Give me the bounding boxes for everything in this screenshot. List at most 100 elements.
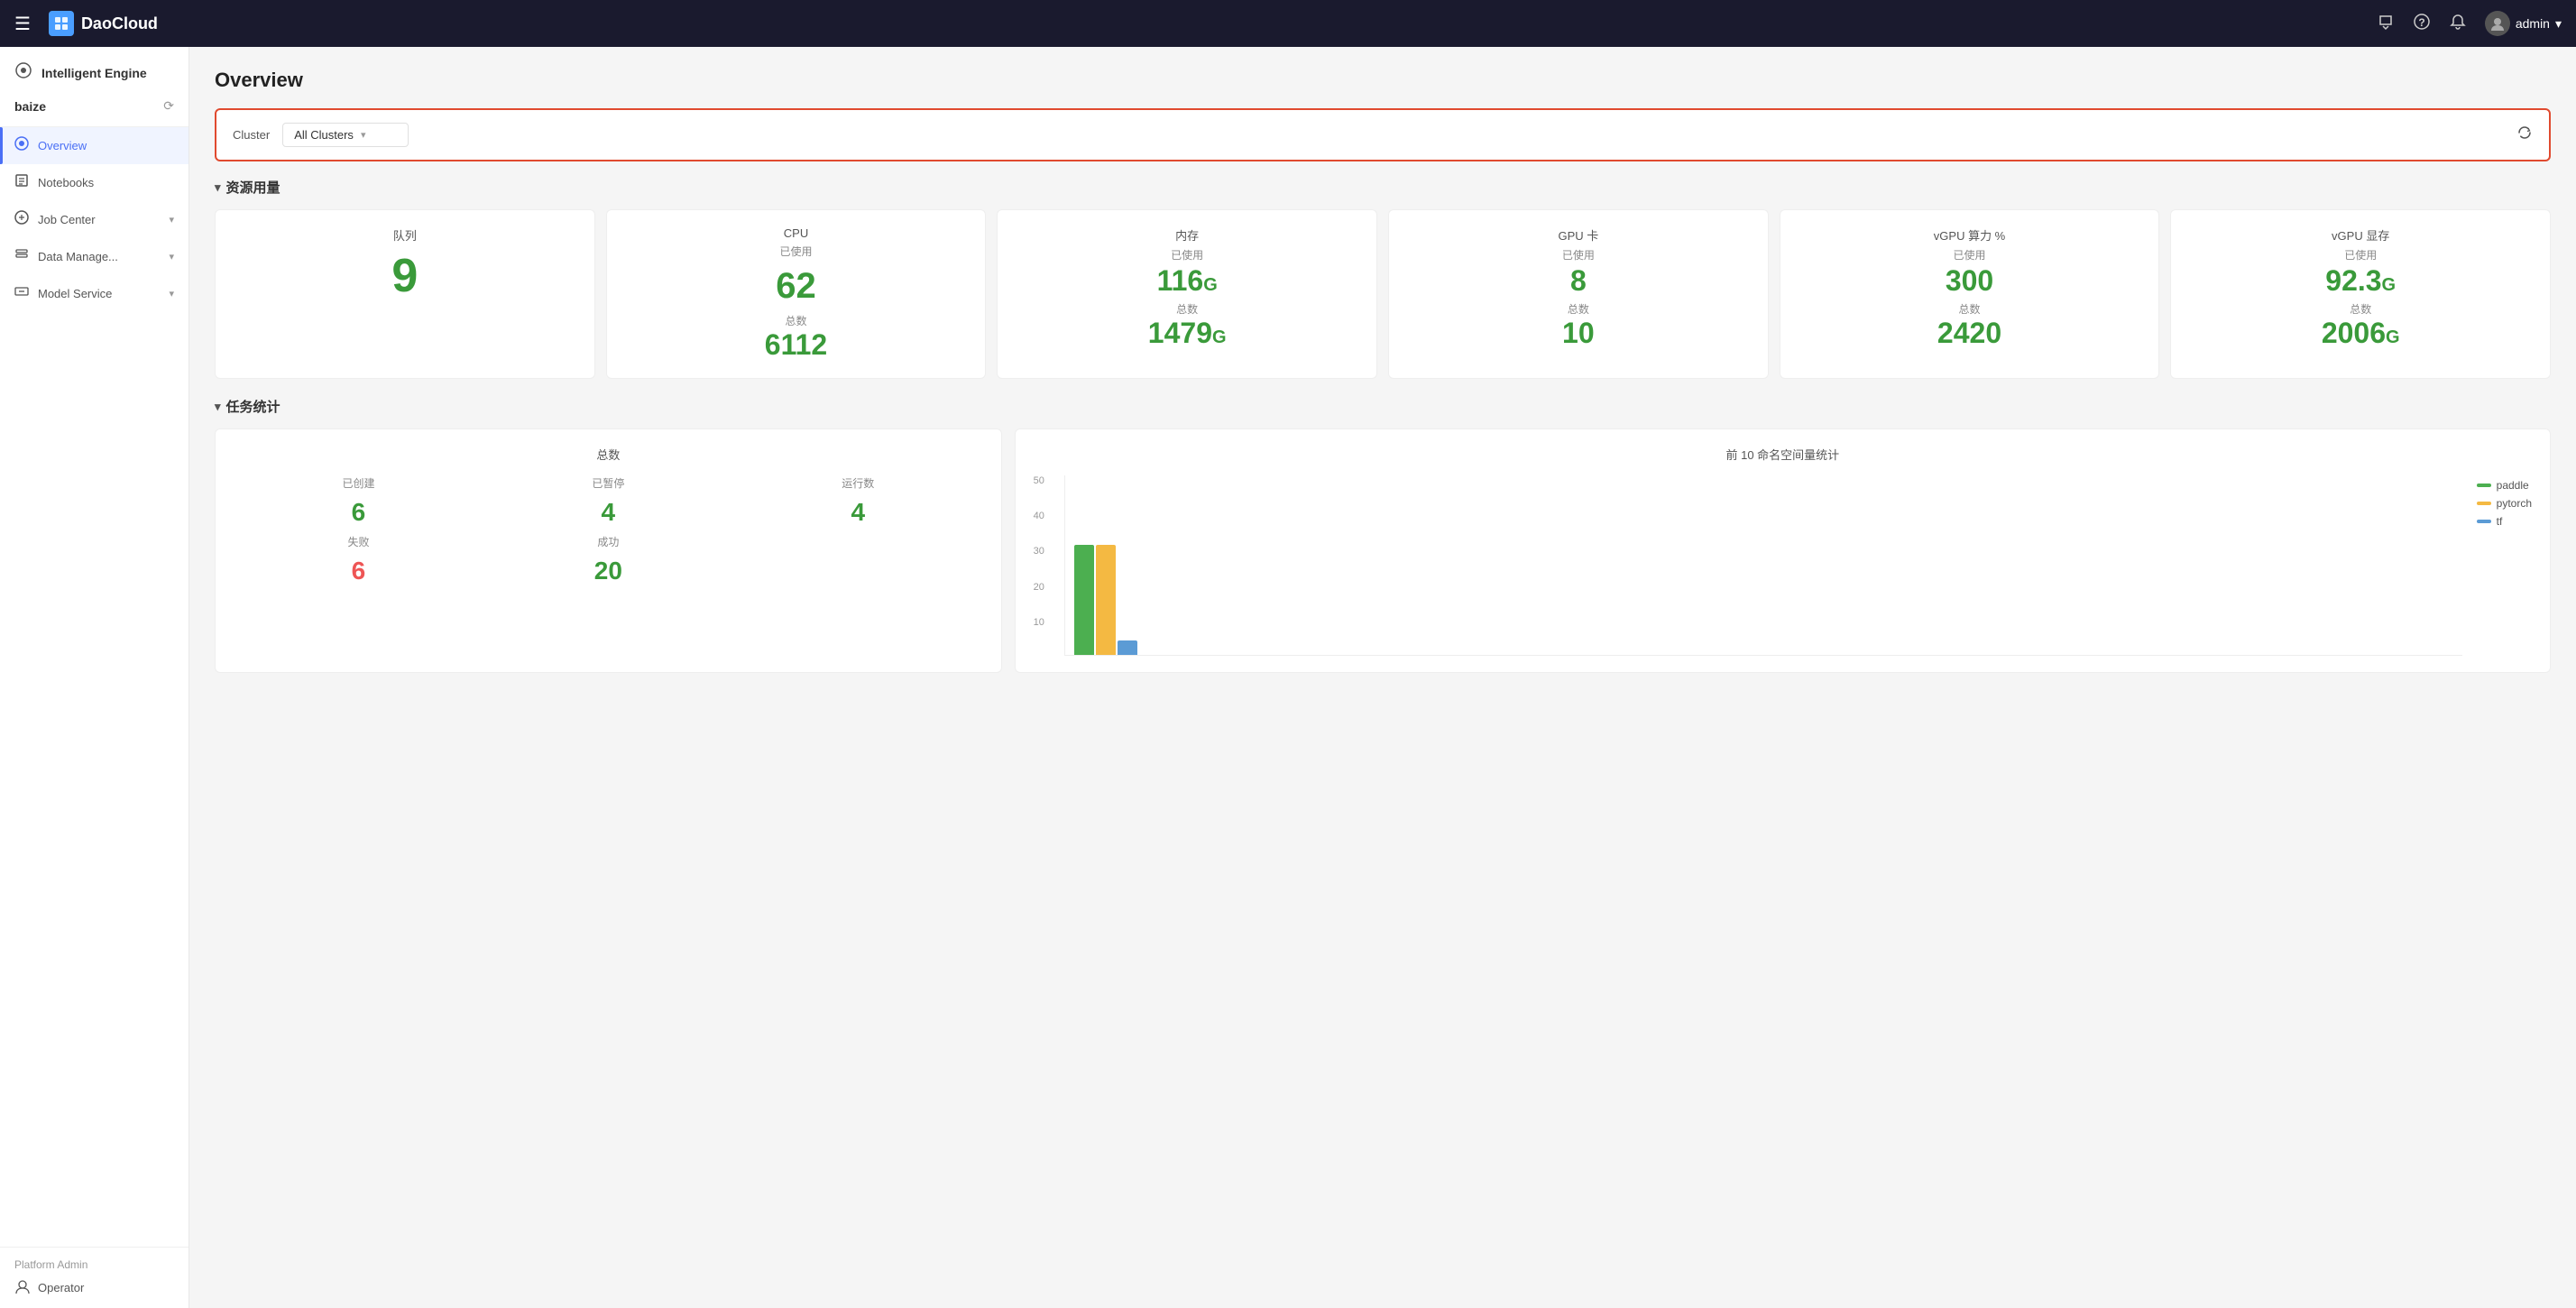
success-value: 20 xyxy=(483,557,733,585)
created-label-cell: 已创建 xyxy=(234,475,483,491)
vgpu-compute-title: vGPU 算力 % xyxy=(1799,226,2141,244)
resource-card-cpu: CPU 已使用 62 总数 6112 xyxy=(606,209,987,379)
resource-section-title: 资源用量 xyxy=(226,178,281,197)
sidebar-item-job-center[interactable]: Job Center ▾ xyxy=(0,201,189,238)
failed-value-cell: 6 xyxy=(234,557,483,585)
legend-dot-pytorch xyxy=(2477,502,2491,505)
cluster-select-value: All Clusters xyxy=(294,128,354,142)
vgpu-memory-total-label: 总数 xyxy=(2189,301,2532,317)
chart-card: 前 10 命名空间量统计 50 40 30 20 10 xyxy=(1015,428,2551,673)
cpu-total-label: 总数 xyxy=(625,313,968,328)
vgpu-memory-title: vGPU 显存 xyxy=(2189,226,2532,244)
avatar xyxy=(2485,11,2510,36)
paused-value-cell: 4 xyxy=(483,498,733,527)
y-label-20: 20 xyxy=(1034,582,1044,593)
running-label-cell: 运行数 xyxy=(733,475,983,491)
sidebar: Intelligent Engine baize ⟳ Overview Note… xyxy=(0,47,189,1308)
legend-pytorch: pytorch xyxy=(2477,497,2532,510)
overview-icon xyxy=(14,136,29,155)
cpu-used-label: 已使用 xyxy=(625,244,968,259)
legend-label-tf: tf xyxy=(2497,515,2503,528)
sidebar-item-model-service[interactable]: Model Service ▾ xyxy=(0,275,189,312)
logo-text: DaoCloud xyxy=(81,14,158,33)
logo-cube xyxy=(49,11,74,36)
chart-area: 50 40 30 20 10 xyxy=(1034,475,2532,656)
running-value-cell: 4 xyxy=(733,498,983,527)
sidebar-footer-user-label: Operator xyxy=(38,1281,84,1294)
memory-total-display: 1479G xyxy=(1016,317,1358,350)
failed-label-cell: 失败 xyxy=(234,534,483,549)
sidebar-footer-user: Operator xyxy=(14,1278,174,1297)
chevron-down-icon: ▾ xyxy=(361,129,366,141)
logo: DaoCloud xyxy=(49,11,158,36)
gpu-title: GPU 卡 xyxy=(1407,226,1750,244)
filter-refresh-icon[interactable] xyxy=(2516,124,2533,145)
failed-value: 6 xyxy=(234,557,483,585)
chat-icon[interactable] xyxy=(2377,13,2395,35)
success-label-cell: 成功 xyxy=(483,534,733,549)
queue-title: 队列 xyxy=(234,226,576,244)
created-label: 已创建 xyxy=(234,475,483,491)
failed-label: 失败 xyxy=(234,534,483,549)
y-label-50: 50 xyxy=(1034,475,1044,486)
vgpu-memory-used-label: 已使用 xyxy=(2189,247,2532,263)
sidebar-item-label-job-center: Job Center xyxy=(38,213,96,226)
sidebar-item-label-overview: Overview xyxy=(38,139,87,152)
model-service-icon xyxy=(14,284,29,303)
paused-value: 4 xyxy=(483,498,733,527)
resource-card-gpu: GPU 卡 已使用 8 总数 10 xyxy=(1388,209,1769,379)
memory-used-unit: G xyxy=(1203,275,1218,295)
filter-bar: Cluster All Clusters ▾ xyxy=(215,108,2551,161)
bell-icon[interactable] xyxy=(2449,13,2467,35)
cpu-used-value: 62 xyxy=(625,268,968,304)
memory-used-value: 116 xyxy=(1157,264,1204,297)
vgpu-memory-total-value: 2006 xyxy=(2322,317,2386,349)
resource-section-toggle[interactable]: ▾ xyxy=(215,180,221,195)
gpu-used-value: 8 xyxy=(1407,264,1750,298)
sidebar-item-overview[interactable]: Overview xyxy=(0,127,189,164)
intelligent-engine-icon xyxy=(14,61,32,84)
footer-user-icon xyxy=(14,1278,31,1297)
legend-paddle: paddle xyxy=(2477,479,2532,492)
gpu-used-label: 已使用 xyxy=(1407,247,1750,263)
sidebar-item-label-model-service: Model Service xyxy=(38,287,112,300)
y-label-30: 30 xyxy=(1034,546,1044,557)
created-value-cell: 6 xyxy=(234,498,483,527)
stats-card-totals: 总数 已创建 已暂停 运行数 6 4 xyxy=(215,428,1002,673)
cpu-total-value: 6112 xyxy=(625,328,968,362)
queue-value: 9 xyxy=(234,253,576,299)
sidebar-item-notebooks[interactable]: Notebooks xyxy=(0,164,189,201)
running-value: 4 xyxy=(733,498,983,527)
cluster-select[interactable]: All Clusters ▾ xyxy=(282,123,409,147)
bar-paddle-1 xyxy=(1074,545,1094,655)
sidebar-item-label-notebooks: Notebooks xyxy=(38,176,94,189)
data-manage-arrow: ▾ xyxy=(169,251,174,263)
job-center-icon xyxy=(14,210,29,229)
workspace-name: baize xyxy=(14,99,46,114)
menu-icon[interactable]: ☰ xyxy=(14,13,31,35)
sidebar-item-label-data-manage: Data Manage... xyxy=(38,250,118,263)
platform-admin-label: Platform Admin xyxy=(14,1258,174,1271)
svg-text:?: ? xyxy=(2418,16,2424,29)
running-label: 运行数 xyxy=(733,475,983,491)
legend-tf: tf xyxy=(2477,515,2532,528)
user-dropdown-icon: ▾ xyxy=(2555,16,2562,32)
help-icon[interactable]: ? xyxy=(2413,13,2431,35)
success-label: 成功 xyxy=(483,534,733,549)
sidebar-footer: Platform Admin Operator xyxy=(0,1247,189,1308)
resource-cards: 队列 9 CPU 已使用 62 总数 6112 内存 已使用 116G 总数 xyxy=(215,209,2551,379)
user-name: admin xyxy=(2516,16,2550,31)
resource-section-header: ▾ 资源用量 xyxy=(215,178,2551,197)
job-center-arrow: ▾ xyxy=(169,214,174,226)
sidebar-item-data-manage[interactable]: Data Manage... ▾ xyxy=(0,238,189,275)
task-section-header: ▾ 任务统计 xyxy=(215,397,2551,416)
user-menu[interactable]: admin ▾ xyxy=(2485,11,2562,36)
sidebar-section-title: Intelligent Engine xyxy=(41,66,147,80)
memory-total-label: 总数 xyxy=(1016,301,1358,317)
sidebar-section-header: Intelligent Engine xyxy=(0,47,189,93)
task-section-toggle[interactable]: ▾ xyxy=(215,400,221,414)
main-layout: Intelligent Engine baize ⟳ Overview Note… xyxy=(0,47,2576,1308)
cpu-title: CPU xyxy=(625,226,968,240)
cluster-label: Cluster xyxy=(233,128,270,142)
workspace-refresh-icon[interactable]: ⟳ xyxy=(163,98,174,114)
